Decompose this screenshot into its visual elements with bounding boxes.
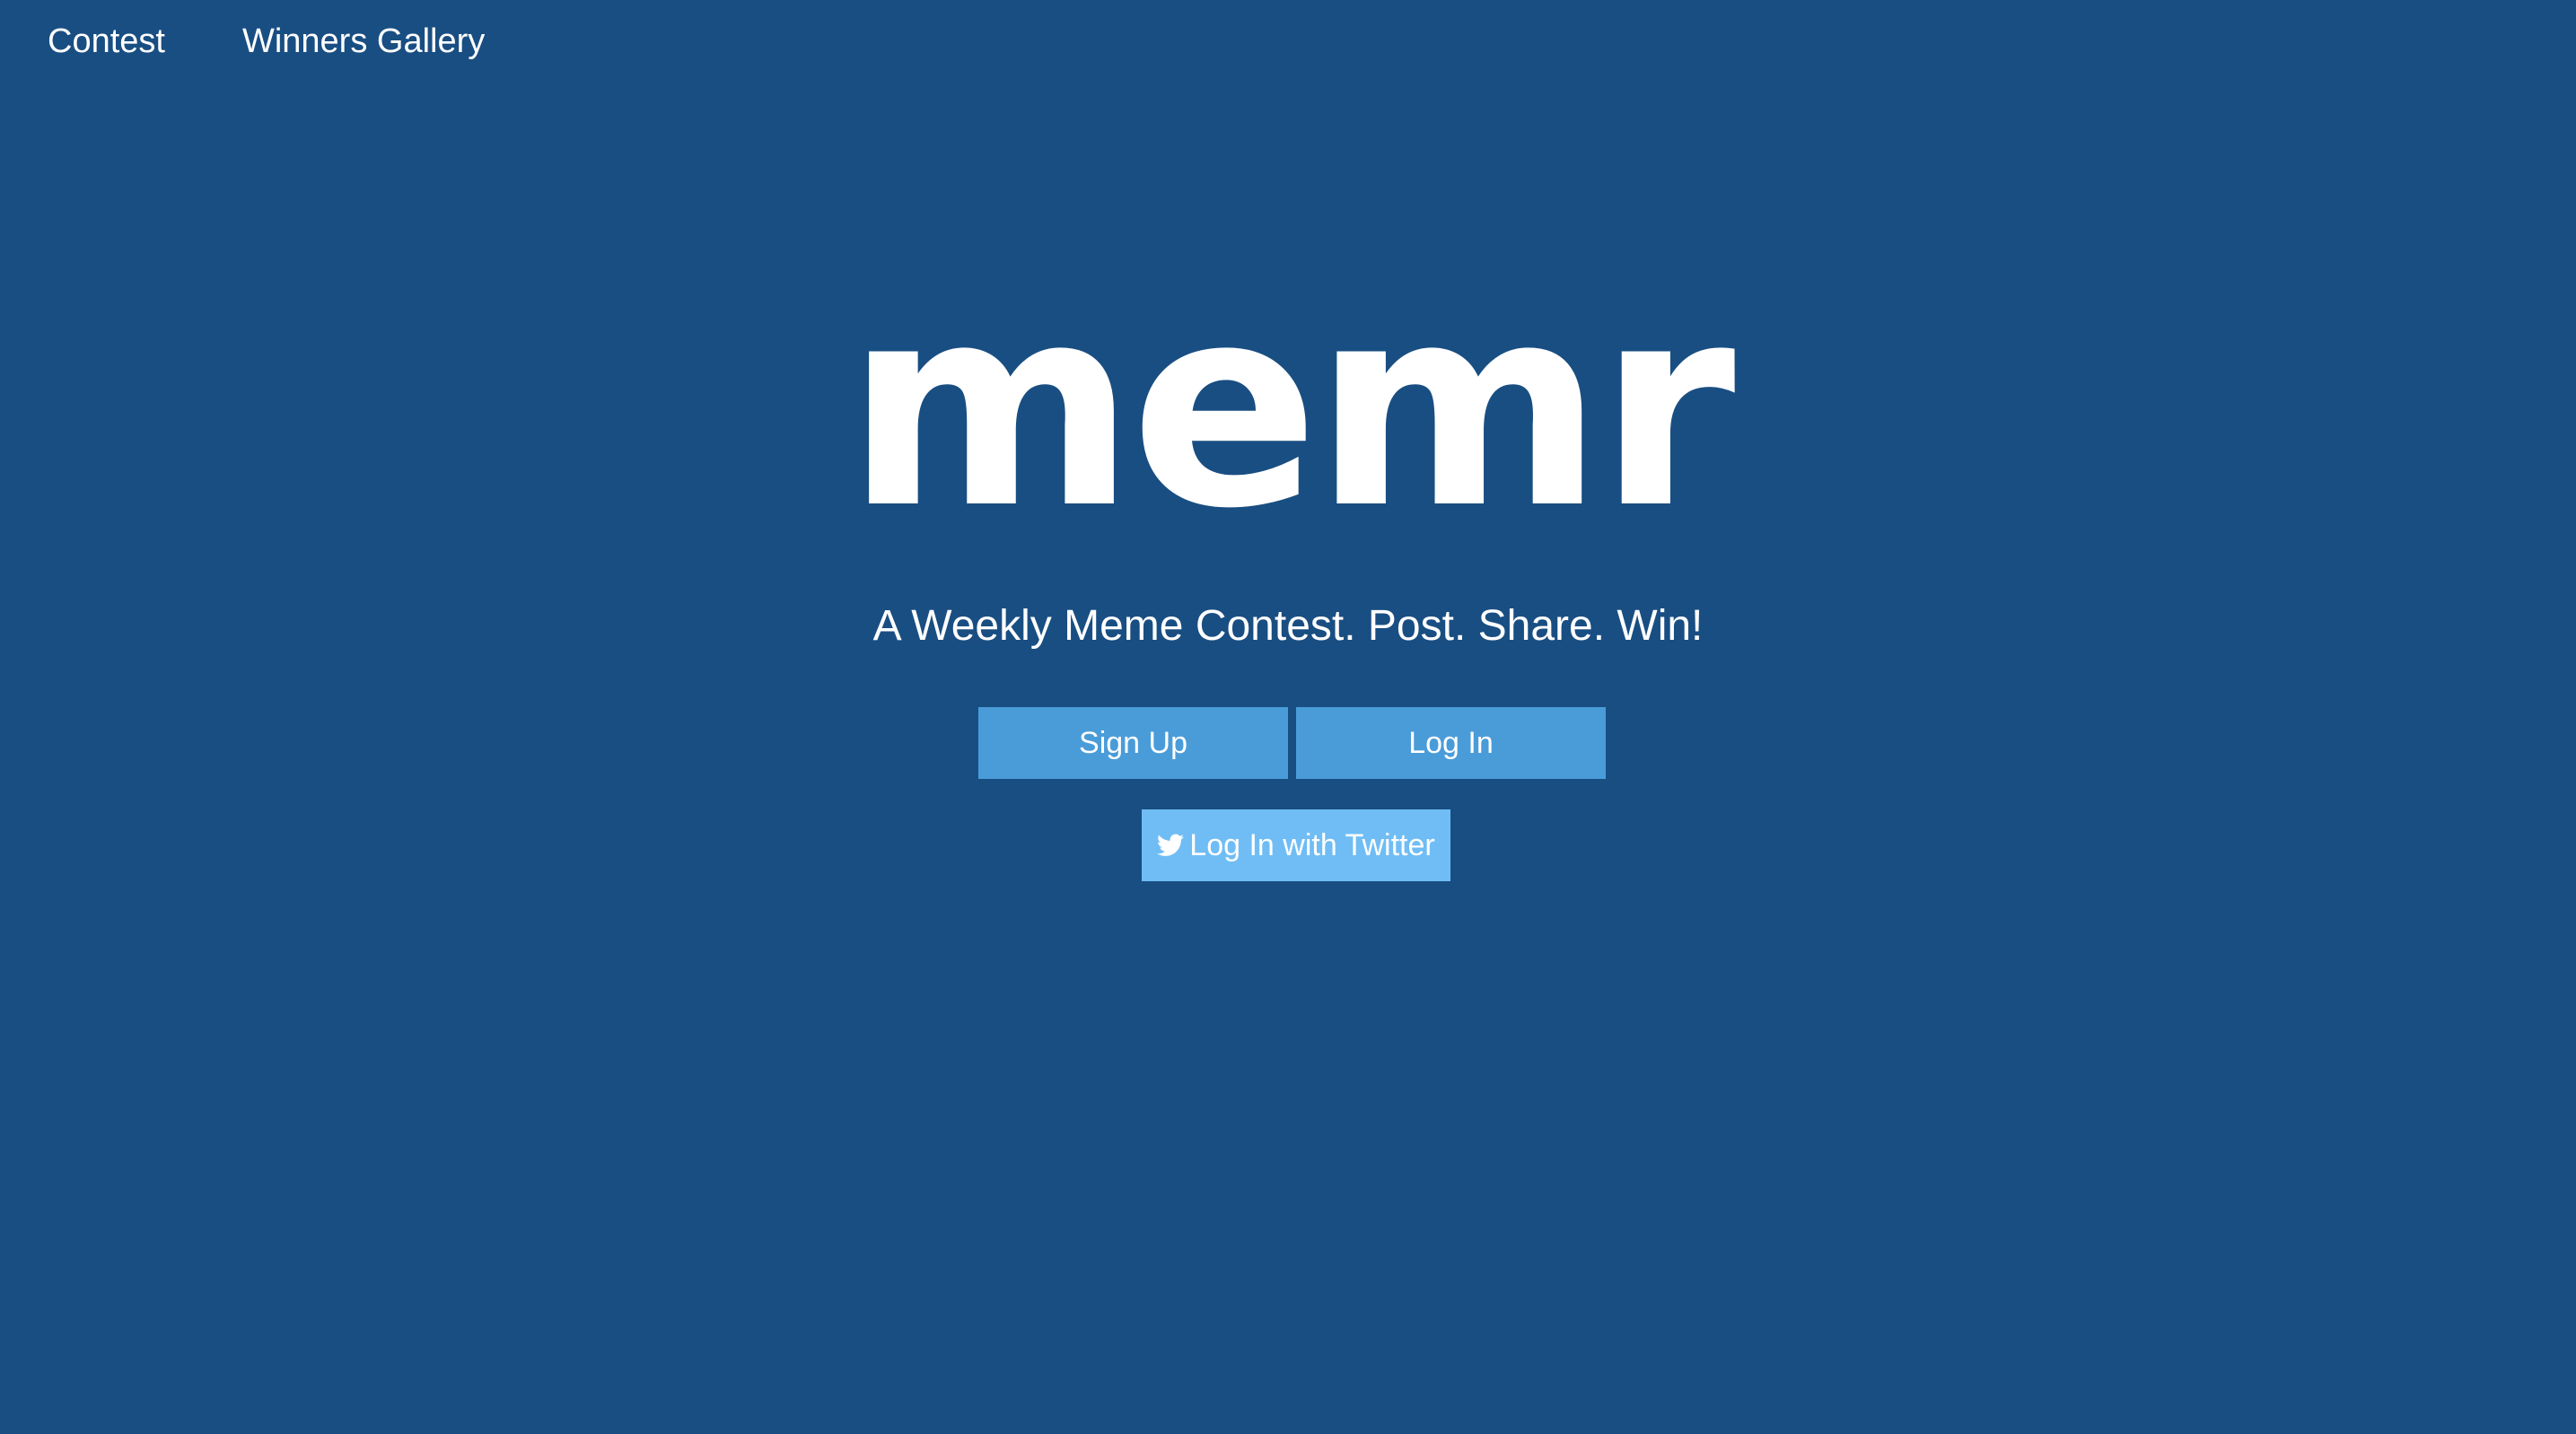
top-navigation: Contest Winners Gallery	[0, 0, 562, 83]
nav-link-contest[interactable]: Contest	[48, 22, 165, 61]
tagline: A Weekly Meme Contest. Post. Share. Win!	[872, 602, 1704, 650]
auth-buttons: Sign Up Log In	[978, 707, 1606, 779]
nav-link-winners-gallery[interactable]: Winners Gallery	[242, 22, 485, 61]
twitter-login-button[interactable]: Log In with Twitter	[1142, 809, 1450, 881]
sign-up-button[interactable]: Sign Up	[978, 707, 1288, 779]
twitter-login-label: Log In with Twitter	[1189, 827, 1435, 862]
log-in-button[interactable]: Log In	[1296, 707, 1606, 779]
site-logo: memr	[846, 246, 1735, 570]
twitter-bird-icon	[1157, 834, 1185, 857]
